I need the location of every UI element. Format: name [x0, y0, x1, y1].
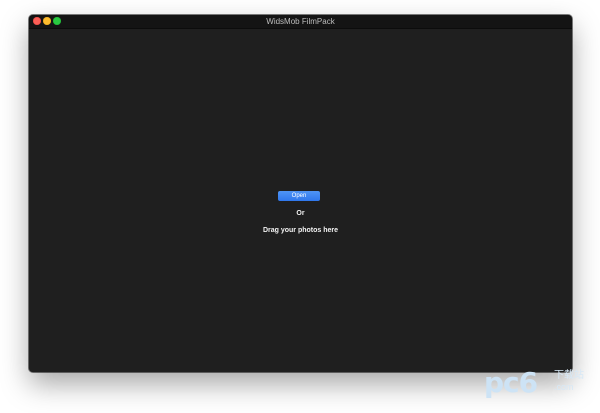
or-label: Or: [296, 210, 305, 217]
drop-area[interactable]: Open Or Drag your photos here: [29, 29, 572, 372]
watermark-logo: pc6 下载站 .com: [484, 366, 584, 402]
open-button[interactable]: Open: [278, 191, 320, 201]
drag-photos-label: Drag your photos here: [262, 227, 339, 234]
window-title: WidsMob FilmPack: [266, 17, 335, 26]
watermark-text: 下载站 .com: [554, 370, 584, 393]
watermark-brand: pc6: [484, 366, 538, 399]
screenshot-stage: WidsMob FilmPack Open Or Drag your photo…: [0, 0, 600, 413]
title-bar[interactable]: WidsMob FilmPack: [29, 15, 572, 29]
watermark-cn: 下载站: [554, 370, 584, 381]
watermark-domain: .com: [554, 382, 574, 392]
app-window: WidsMob FilmPack Open Or Drag your photo…: [29, 15, 572, 372]
